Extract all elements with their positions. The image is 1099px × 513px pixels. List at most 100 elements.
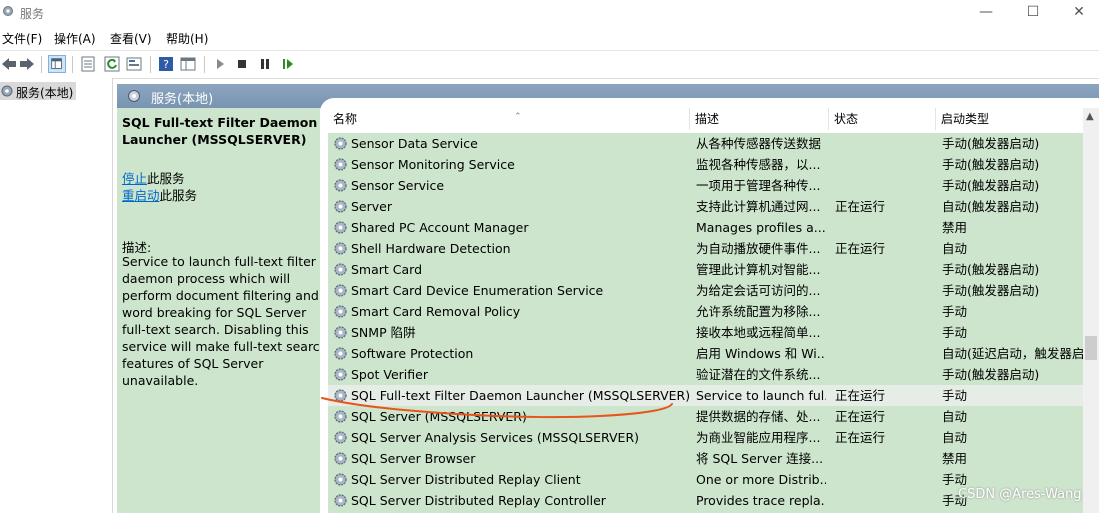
menu-action[interactable]: 操作(A) (54, 30, 96, 47)
services-list: 名称 ⌃ 描述 状态 启动类型 Sensor Data Service 从各种传感… (320, 98, 1099, 513)
minimize-icon: — (979, 4, 993, 20)
column-header-description[interactable]: 描述 (690, 108, 829, 130)
service-row[interactable]: Server 支持此计算机通过网... 正在运行 自动(触发器启动) (328, 196, 1085, 217)
service-description: 提供数据的存储、处... (696, 409, 821, 424)
resume-service-icon[interactable] (279, 55, 297, 73)
service-row[interactable]: SNMP 陷阱 接收本地或远程简单... 手动 (328, 322, 1085, 343)
console-tree: 服务(本地) (0, 78, 113, 513)
description-text: Service to launch full-text filter daemo… (122, 254, 328, 388)
tree-item-services-local[interactable]: 服务(本地) (0, 82, 76, 100)
service-status (835, 133, 935, 154)
service-description: 验证潜在的文件系统... (696, 367, 821, 382)
column-header-name[interactable]: 名称 ⌃ (328, 108, 690, 130)
service-gear-icon (334, 368, 347, 381)
stop-service-icon[interactable] (233, 55, 251, 73)
service-description: 管理此计算机对智能... (696, 262, 821, 277)
close-button[interactable]: ✕ (1056, 0, 1099, 24)
service-status (835, 490, 935, 511)
stop-service-link[interactable]: 停止 (122, 171, 147, 186)
help-icon[interactable]: ? (157, 55, 175, 73)
menu-file[interactable]: 文件(F) (2, 30, 42, 47)
column-desc-label: 描述 (695, 112, 720, 126)
service-status (835, 322, 935, 343)
service-row[interactable]: Shell Hardware Detection 为自动播放硬件事件... 正在运行… (328, 238, 1085, 259)
service-name: Software Protection (351, 346, 474, 361)
mmc-view-icon[interactable] (179, 55, 197, 73)
toolbar-separator (41, 56, 42, 73)
scrollbar-thumb[interactable] (1085, 336, 1097, 360)
column-startup-label: 启动类型 (941, 112, 990, 126)
toolbar: ? (0, 50, 1099, 79)
properties-icon[interactable] (79, 55, 97, 73)
tree-item-label: 服务(本地) (16, 86, 74, 100)
service-description: 将 SQL Server 连接... (696, 451, 824, 466)
service-gear-icon (334, 158, 347, 171)
service-status (835, 154, 935, 175)
pause-service-icon[interactable] (256, 55, 274, 73)
service-row[interactable]: SQL Server Analysis Services (MSSQLSERVE… (328, 427, 1085, 448)
service-name: Sensor Service (351, 178, 445, 193)
link-suffix: 此服务 (147, 171, 185, 186)
column-header-startup-type[interactable]: 启动类型 (936, 108, 1086, 130)
service-description: 启用 Windows 和 Wi... (696, 346, 826, 361)
service-row[interactable]: Software Protection 启用 Windows 和 Wi... 自动(… (328, 343, 1085, 364)
service-row[interactable]: Spot Verifier 验证潜在的文件系统... 手动(触发器启动) (328, 364, 1085, 385)
list-header: 名称 ⌃ 描述 状态 启动类型 (320, 108, 1099, 130)
menu-bar: 文件(F) 操作(A) 查看(V) 帮助(H) (0, 27, 1099, 49)
restart-service-link[interactable]: 重启动 (122, 188, 160, 203)
service-name: SQL Full-text Filter Daemon Launcher (MS… (351, 388, 691, 403)
service-status: 正在运行 (835, 388, 886, 403)
service-name: SQL Server Analysis Services (MSSQLSERVE… (351, 430, 640, 445)
start-service-icon[interactable] (211, 55, 229, 73)
vertical-scrollbar[interactable]: ▲ (1083, 108, 1099, 513)
service-row[interactable]: Sensor Data Service 从各种传感器传送数据 手动(触发器启动) (328, 133, 1085, 154)
refresh-icon[interactable] (103, 55, 121, 73)
service-startup-type: 手动 (942, 325, 968, 340)
service-row[interactable]: Sensor Service 一项用于管理各种传... 手动(触发器启动) (328, 175, 1085, 196)
maximize-icon: ☐ (1026, 4, 1040, 20)
service-name: Shared PC Account Manager (351, 220, 529, 235)
svg-text:?: ? (163, 58, 169, 71)
service-row[interactable]: SQL Full-text Filter Daemon Launcher (MS… (328, 385, 1085, 406)
service-gear-icon (334, 305, 347, 318)
service-row[interactable]: SQL Server (MSSQLSERVER) 提供数据的存储、处... 正在运行… (328, 406, 1085, 427)
service-status (835, 469, 935, 490)
service-status (835, 301, 935, 322)
maximize-button[interactable]: ☐ (1010, 0, 1056, 24)
forward-arrow-icon[interactable] (18, 55, 36, 73)
service-gear-icon (334, 200, 347, 213)
service-status: 正在运行 (835, 199, 886, 214)
service-row[interactable]: Smart Card Removal Policy 允许系统配置为移除... 手动 (328, 301, 1085, 322)
column-name-label: 名称 (333, 112, 358, 126)
menu-help[interactable]: 帮助(H) (166, 30, 208, 47)
minimize-button[interactable]: — (963, 0, 1009, 24)
service-name: SNMP 陷阱 (351, 325, 416, 340)
menu-view[interactable]: 查看(V) (110, 30, 152, 47)
service-row[interactable]: Sensor Monitoring Service 监视各种传感器，以... 手动(… (328, 154, 1085, 175)
back-arrow-icon[interactable] (0, 55, 18, 73)
service-status (835, 343, 935, 364)
column-header-status[interactable]: 状态 (829, 108, 936, 130)
service-row[interactable]: Shared PC Account Manager Manages profile… (328, 217, 1085, 238)
window-title: 服务 (20, 7, 45, 21)
service-row[interactable]: Smart Card Device Enumeration Service 为给定… (328, 280, 1085, 301)
service-row[interactable]: SQL Server Browser 将 SQL Server 连接... 禁用 (328, 448, 1085, 469)
service-status (835, 448, 935, 469)
service-status (835, 280, 935, 301)
service-status (835, 217, 935, 238)
service-gear-icon (334, 389, 347, 402)
service-startup-type: 禁用 (942, 220, 968, 235)
scroll-up-icon[interactable]: ▲ (1086, 111, 1094, 122)
service-name: SQL Server Browser (351, 451, 476, 466)
service-gear-icon (334, 263, 347, 276)
service-startup-type: 自动(延迟启动，触发器启动) (942, 346, 1085, 361)
service-rows: Sensor Data Service 从各种传感器传送数据 手动(触发器启动) Se… (328, 133, 1085, 513)
service-startup-type: 手动(触发器启动) (942, 178, 1040, 193)
console-tree-icon[interactable] (48, 55, 66, 73)
export-list-icon[interactable] (125, 55, 143, 73)
service-row[interactable]: Smart Card 管理此计算机对智能... 手动(触发器启动) (328, 259, 1085, 280)
service-status: 正在运行 (835, 241, 886, 256)
service-status (835, 175, 935, 196)
title-bar: 服务 — ☐ ✕ (0, 0, 1099, 26)
toolbar-separator (204, 56, 205, 73)
